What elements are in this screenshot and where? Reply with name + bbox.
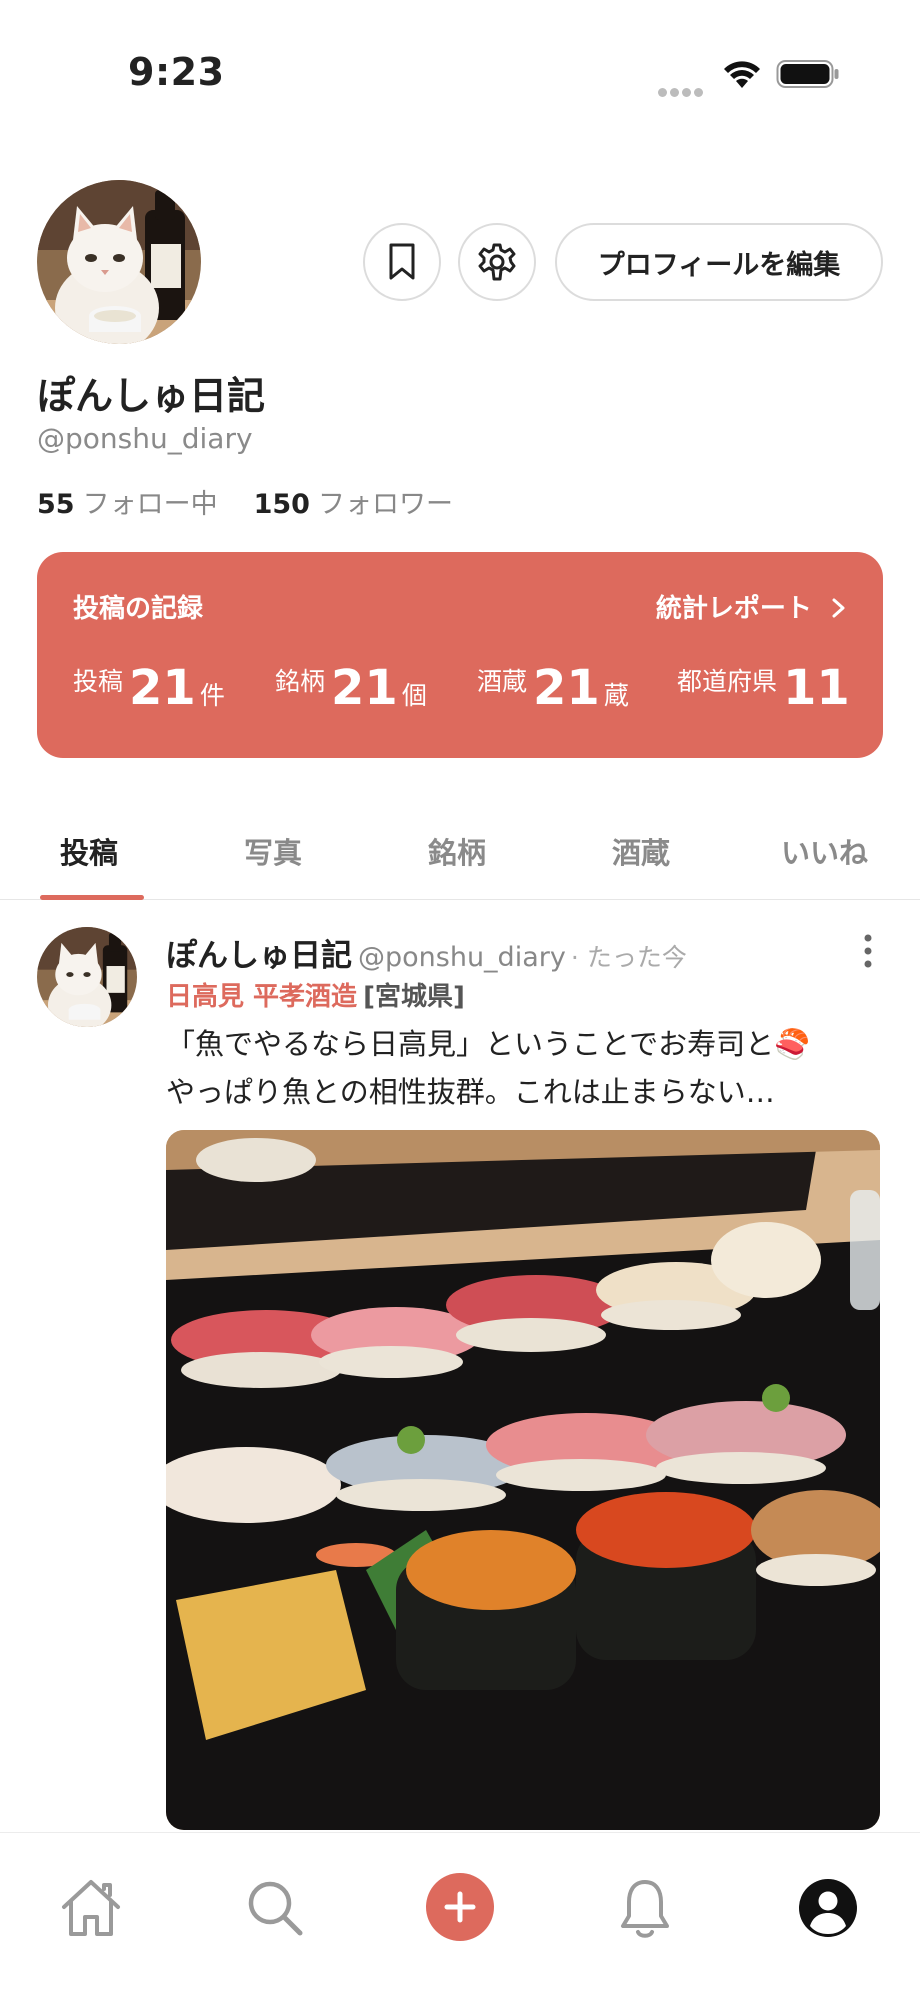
stat-value: 21 [533, 660, 600, 716]
stats-title: 投稿の記録 [73, 594, 204, 624]
avatar[interactable] [37, 180, 201, 344]
stat-breweries: 酒蔵 21 蔵 [477, 664, 629, 712]
post-sake-tag[interactable]: 日高見 平孝酒造 [宮城県] [166, 976, 465, 1013]
post-text-line: やっぱり魚との相性抜群。これは止まらない… [166, 1075, 775, 1109]
nav-account[interactable] [793, 1873, 863, 1943]
stat-value: 21 [129, 660, 196, 716]
cellular-signal-icon [658, 82, 706, 101]
post-header: ぽんしゅ日記 @ponshu_diary · たった今 [166, 930, 687, 975]
stats-report-label: 統計レポート [655, 594, 812, 624]
follow-counts: 55 フォロー中 150 フォロワー [37, 482, 453, 521]
stat-prefectures: 都道府県 11 [677, 664, 854, 712]
more-options-icon[interactable] [862, 933, 874, 969]
stat-unit: 蔵 [603, 681, 629, 710]
status-time: 9:23 [128, 50, 225, 94]
followers-count: 150 [253, 489, 310, 520]
profile-tabs: 投稿 写真 銘柄 酒蔵 いいね [0, 820, 920, 900]
edit-profile-button[interactable]: プロフィールを編集 [555, 223, 883, 301]
profile-display-name: ぽんしゅ日記 [37, 374, 266, 418]
stat-unit: 個 [401, 681, 427, 710]
following-link[interactable]: 55 フォロー中 [37, 489, 218, 520]
post-text-line: 「魚でやるなら日高見」ということでお寿司と🍣 [166, 1027, 811, 1061]
tab-likes[interactable]: いいね [781, 830, 868, 872]
stat-posts: 投稿 21 件 [73, 664, 225, 712]
wifi-icon [724, 61, 760, 88]
profile-handle: @ponshu_diary [37, 422, 253, 455]
gear-icon [478, 243, 516, 281]
battery-icon [776, 60, 839, 88]
post-author-name[interactable]: ぽんしゅ日記 [166, 938, 352, 974]
post-timestamp: · たった今 [570, 943, 687, 972]
new-post-button[interactable] [426, 1873, 494, 1941]
settings-button[interactable] [458, 223, 536, 301]
bottom-nav [0, 1832, 920, 2000]
stat-brands: 銘柄 21 個 [275, 664, 427, 712]
add-post-icon [444, 1891, 476, 1923]
stats-report-link[interactable]: 統計レポート [656, 588, 847, 625]
followers-label: フォロワー [317, 489, 453, 520]
status-bar: 9:23 [0, 0, 920, 150]
nav-home[interactable] [56, 1873, 126, 1943]
active-tab-indicator [40, 895, 144, 900]
nav-search[interactable] [240, 1873, 310, 1943]
stat-label: 酒蔵 [477, 667, 528, 696]
post-photo[interactable] [166, 1130, 880, 1830]
stats-card: 投稿の記録 統計レポート 投稿 21 件 銘柄 21 個 酒蔵 21 蔵 都道府県 11 [37, 552, 883, 758]
chevron-right-icon [832, 598, 845, 618]
home-icon [62, 1880, 120, 1936]
followers-link[interactable]: 150 フォロワー [254, 489, 453, 520]
bookmark-button[interactable] [363, 223, 441, 301]
tab-photos[interactable]: 写真 [244, 830, 302, 872]
stat-value: 21 [331, 660, 398, 716]
post-author-avatar[interactable] [37, 927, 137, 1027]
sake-prefecture: [宮城県] [363, 982, 465, 1012]
tab-brands[interactable]: 銘柄 [428, 830, 486, 872]
stat-label: 銘柄 [275, 667, 326, 696]
sake-brand-name: 日高見 平孝酒造 [166, 982, 358, 1012]
bell-icon [621, 1880, 669, 1938]
stat-value: 11 [783, 660, 850, 716]
account-icon [799, 1879, 857, 1937]
post-author-handle: @ponshu_diary [358, 942, 566, 973]
tab-breweries[interactable]: 酒蔵 [612, 830, 670, 872]
stat-label: 投稿 [73, 667, 124, 696]
post-body: 「魚でやるなら日高見」ということでお寿司と🍣 やっぱり魚との相性抜群。これは止ま… [166, 1020, 866, 1116]
stat-unit: 件 [199, 681, 225, 710]
tab-posts[interactable]: 投稿 [60, 830, 118, 872]
following-count: 55 [37, 489, 75, 520]
following-label: フォロー中 [82, 489, 218, 520]
search-icon [248, 1881, 303, 1936]
stat-label: 都道府県 [677, 667, 778, 696]
nav-notifications[interactable] [610, 1873, 680, 1943]
bookmark-icon [389, 243, 415, 280]
